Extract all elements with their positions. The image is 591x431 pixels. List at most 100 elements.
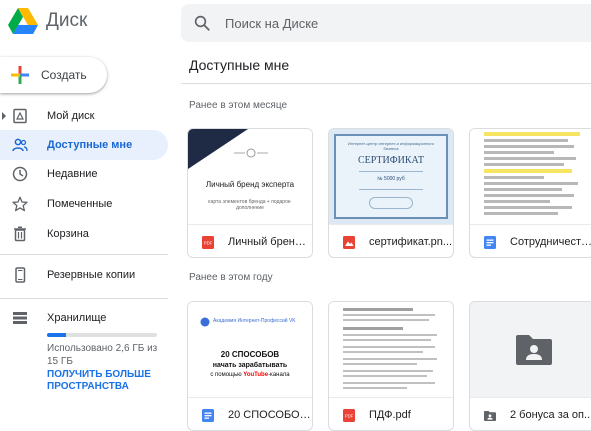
thumbnail-brand: Академия Интернет-Профессий VK (213, 318, 296, 324)
doc-text-line (484, 163, 564, 166)
academy-logo-icon (200, 317, 210, 327)
thumbnail-line: с помощью YouTube-канала (194, 372, 306, 378)
search-bar[interactable]: Поиск на Диске (181, 4, 591, 42)
doc-text-line (343, 358, 437, 360)
backup-phone-icon (15, 267, 26, 283)
doc-text-line (343, 375, 427, 377)
doc-text-line (343, 334, 437, 336)
star-icon (12, 196, 28, 212)
file-card[interactable]: Интернет-центр интернет-и информационног… (328, 128, 454, 258)
svg-text:PDF: PDF (345, 413, 354, 418)
file-card-footer: сертификат.pn... (329, 225, 453, 257)
file-card[interactable]: PDF ПДФ.pdf (328, 301, 454, 431)
clock-icon (12, 166, 28, 182)
file-name: Личный бренд ... (228, 236, 312, 248)
thumbnail-line-part: с помощью (210, 372, 244, 378)
doc-text-line (343, 382, 435, 384)
sidebar-item-my-drive[interactable]: Мой диск (0, 101, 168, 131)
my-drive-icon (13, 108, 27, 124)
section-label: Ранее в этом месяце (189, 100, 288, 111)
doc-text-line (484, 206, 572, 209)
storage-usage-text: Использовано 2,6 ГБ из 15 ГБ (47, 343, 158, 367)
people-icon (12, 138, 28, 152)
doc-text-line (484, 176, 544, 179)
doc-text-line (343, 339, 431, 341)
doc-text-line (343, 314, 435, 316)
doc-text-line (343, 308, 413, 311)
file-card-footer: 20 СПОСОБОВ ... (188, 398, 312, 430)
doc-text-line (484, 151, 554, 154)
file-thumbnail (470, 302, 591, 398)
drive-app: Диск Поиск на Диске Создать Мой диск Дос… (0, 0, 591, 431)
drive-logo[interactable]: Диск (8, 8, 87, 34)
sidebar-item-starred[interactable]: Помеченные (0, 189, 168, 219)
doc-highlight-line (484, 132, 580, 136)
search-input[interactable]: Поиск на Диске (225, 16, 318, 31)
file-name: 20 СПОСОБОВ ... (228, 409, 312, 421)
file-card-footer: PDF ПДФ.pdf (329, 398, 453, 430)
doc-text-line (343, 346, 435, 348)
file-thumbnail (470, 129, 591, 225)
file-card[interactable]: Сотрудничеств... (469, 128, 591, 258)
doc-text-line (484, 182, 578, 185)
certificate-line (359, 171, 423, 172)
shared-folder-icon (484, 410, 496, 421)
storage-label[interactable]: Хранилище (47, 312, 106, 324)
image-icon (343, 235, 355, 249)
doc-text-line (343, 351, 423, 353)
get-more-storage-link[interactable]: ПОЛУЧИТЬ БОЛЬШЕ ПРОСТРАНСТВА (47, 369, 167, 393)
doc-text-line (484, 212, 558, 215)
file-card[interactable]: Личный бренд эксперта карта элементов бр… (187, 128, 313, 258)
sidebar-item-label: Корзина (47, 228, 89, 240)
sidebar-item-label: Доступные мне (47, 139, 133, 151)
file-thumbnail: Интернет-центр интернет-и информационног… (329, 129, 453, 225)
doc-text-line (343, 319, 429, 321)
file-thumbnail (329, 302, 453, 398)
sidebar-item-recent[interactable]: Недавние (0, 159, 168, 189)
page-title: Доступные мне (189, 57, 290, 73)
section-label: Ранее в этом году (189, 272, 273, 283)
docs-icon (202, 408, 214, 422)
file-thumbnail: Академия Интернет-Профессий VK 20 СПОСОБ… (188, 302, 312, 398)
shared-folder-icon (516, 335, 552, 365)
file-card-footer: Сотрудничеств... (470, 225, 591, 257)
create-button-label: Создать (41, 68, 87, 82)
create-button[interactable]: Создать (0, 57, 107, 93)
trash-icon (14, 226, 26, 242)
doc-text-line (484, 157, 576, 160)
doc-text-line (343, 370, 433, 372)
pdf-icon: PDF (202, 235, 214, 249)
doc-text-line (343, 363, 417, 365)
thumbnail-title: 20 СПОСОБОВ (220, 350, 280, 359)
doc-text-line (484, 188, 562, 191)
sidebar-item-backups[interactable]: Резервные копии (0, 260, 168, 290)
file-card[interactable]: 2 бонуса за оп... (469, 301, 591, 431)
docs-icon (484, 235, 496, 249)
title-divider (181, 83, 591, 84)
plus-icon (11, 66, 29, 84)
doc-text-line (484, 194, 574, 197)
sidebar-item-label: Резервные копии (47, 269, 136, 281)
doc-text-line (484, 200, 550, 203)
file-thumbnail: Личный бренд эксперта карта элементов бр… (188, 129, 312, 225)
file-card[interactable]: Академия Интернет-Профессий VK 20 СПОСОБ… (187, 301, 313, 431)
certificate-amount: № 5000 руб (377, 176, 405, 182)
sidebar-item-trash[interactable]: Корзина (0, 219, 168, 249)
doc-highlight-line (484, 169, 572, 173)
certificate-title: СЕРТИФИКАТ (357, 155, 425, 166)
file-card-footer: PDF Личный бренд ... (188, 225, 312, 257)
svg-text:PDF: PDF (204, 240, 213, 245)
app-name: Диск (46, 10, 88, 31)
expand-caret-icon[interactable] (2, 112, 6, 120)
thumbnail-subtitle: карта элементов бренда + подарок-дополне… (208, 199, 292, 211)
doc-text-line (484, 139, 568, 142)
thumbnail-logo-icon (234, 148, 268, 158)
file-name: сертификат.pn... (369, 236, 453, 248)
storage-icon (13, 312, 27, 324)
drive-logo-icon (8, 8, 38, 34)
sidebar-item-shared-with-me[interactable]: Доступные мне (0, 130, 168, 160)
youtube-word: YouTube (243, 372, 269, 378)
file-name: ПДФ.pdf (369, 409, 411, 421)
search-icon[interactable] (193, 14, 211, 32)
pdf-icon: PDF (343, 408, 355, 422)
